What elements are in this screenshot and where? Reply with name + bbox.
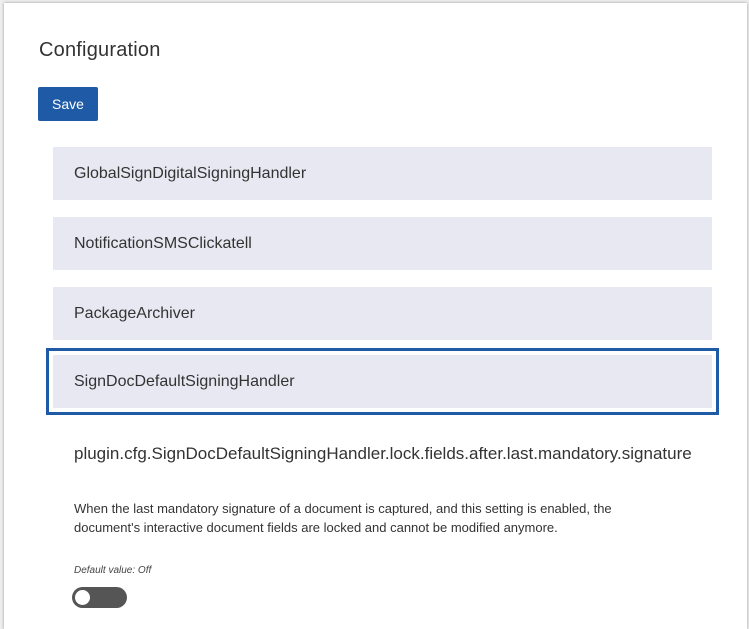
- setting-name: plugin.cfg.SignDocDefaultSigningHandler.…: [74, 444, 692, 463]
- plugin-item-notification-sms[interactable]: NotificationSMSClickatell: [53, 217, 712, 270]
- setting-default-value: Default value: Off: [74, 565, 152, 576]
- plugin-item-label: GlobalSignDigitalSigningHandler: [74, 164, 307, 182]
- setting-description: When the last mandatory signature of a d…: [74, 501, 612, 535]
- plugin-item-package-archiver[interactable]: PackageArchiver: [53, 287, 712, 340]
- plugin-item-label: SignDocDefaultSigningHandler: [74, 372, 295, 390]
- save-button[interactable]: Save: [38, 87, 98, 121]
- plugin-item-label: NotificationSMSClickatell: [74, 234, 252, 252]
- plugin-item-globalsign[interactable]: GlobalSignDigitalSigningHandler: [53, 147, 712, 200]
- page-title: Configuration: [39, 39, 161, 61]
- plugin-item-signdoc-default[interactable]: SignDocDefaultSigningHandler: [46, 348, 719, 415]
- plugin-item-label: PackageArchiver: [74, 304, 195, 322]
- configuration-panel: Configuration Save GlobalSignDigitalSign…: [4, 3, 747, 629]
- toggle-knob: [75, 590, 90, 605]
- setting-toggle[interactable]: [72, 587, 127, 608]
